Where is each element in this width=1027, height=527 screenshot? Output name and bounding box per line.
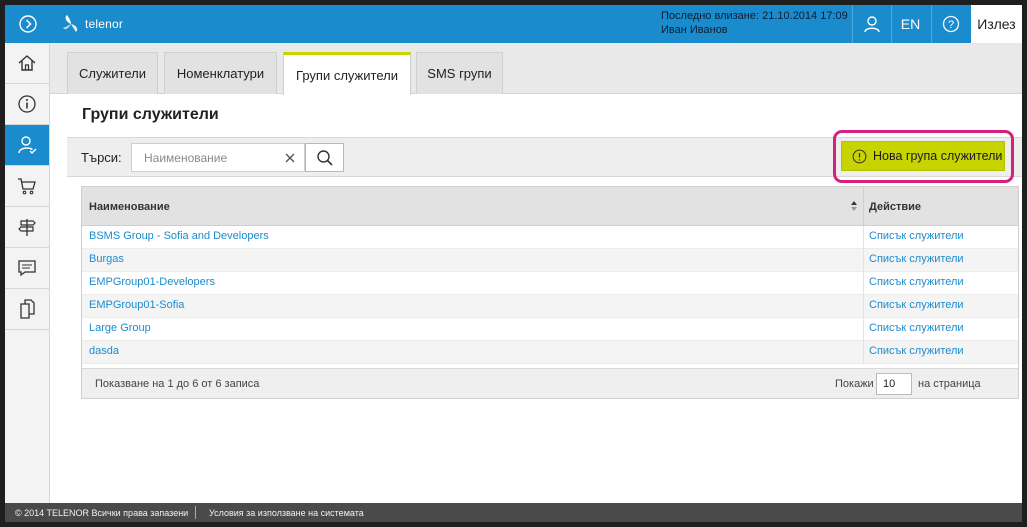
employee-list-link[interactable]: Списък служители — [869, 230, 964, 242]
tab-employees[interactable]: Служители — [67, 52, 158, 94]
terms-link[interactable]: Условия за използване на системата — [209, 508, 364, 518]
group-name-link[interactable]: Large Group — [89, 322, 151, 334]
language-button[interactable]: EN — [891, 5, 929, 43]
tab-nomenclatures[interactable]: Номенклатури — [164, 52, 277, 94]
app-window: telenor Последно влизане: 21.10.2014 17:… — [5, 5, 1022, 522]
search-button[interactable] — [305, 143, 344, 172]
employee-list-link[interactable]: Списък служители — [869, 299, 964, 311]
column-header-name[interactable]: Наименование — [89, 187, 859, 226]
main-content: Служители Номенклатури Групи служители S… — [50, 43, 1022, 503]
telenor-propeller-icon — [63, 15, 78, 32]
menu-toggle-button[interactable] — [5, 5, 50, 43]
employee-list-link[interactable]: Списък служители — [869, 345, 964, 357]
sidebar-item-documents[interactable] — [5, 289, 49, 330]
cart-icon — [18, 178, 36, 195]
search-input[interactable] — [132, 144, 280, 171]
user-name: Иван Иванов — [661, 24, 728, 36]
help-button[interactable]: ? — [931, 5, 969, 43]
column-header-action: Действие — [863, 187, 1018, 226]
page-footer: © 2014 TELENOR Всички права запазени Усл… — [5, 503, 1022, 522]
group-name-link[interactable]: EMPGroup01-Sofia — [89, 299, 184, 311]
table-row: Large Group Списък служители — [82, 318, 1018, 341]
paging-info: Показване на 1 до 6 от 6 записа — [95, 378, 260, 390]
group-name-link[interactable]: BSMS Group - Sofia and Developers — [89, 230, 269, 242]
table-row: Burgas Списък служители — [82, 249, 1018, 272]
svg-text:?: ? — [947, 19, 953, 31]
sidebar-item-employees[interactable] — [5, 125, 49, 166]
groups-table: Наименование Действие BSMS Group - Sofia… — [81, 186, 1019, 399]
tab-employee-groups[interactable]: Групи служители — [283, 52, 411, 95]
show-label: Покажи — [835, 378, 874, 390]
new-group-label: Нова група служители — [873, 149, 1003, 163]
table-row: EMPGroup01-Sofia Списък служители — [82, 295, 1018, 318]
footer-divider — [195, 506, 196, 519]
search-icon — [316, 149, 333, 166]
info-icon — [18, 95, 36, 113]
search-label: Търси: — [81, 150, 122, 165]
documents-icon — [20, 299, 35, 319]
chat-icon — [18, 260, 36, 277]
sidebar-item-messages[interactable] — [5, 248, 49, 289]
home-icon — [18, 55, 36, 71]
table-footer: Показване на 1 до 6 от 6 записа Покажи н… — [82, 368, 1018, 398]
group-name-link[interactable]: EMPGroup01-Developers — [89, 276, 215, 288]
brand-name: telenor — [85, 17, 124, 31]
help-icon: ? — [942, 15, 959, 33]
sidebar-item-routes[interactable] — [5, 207, 49, 248]
chevron-right-circle-icon — [18, 15, 37, 33]
copyright-text: © 2014 TELENOR Всички права запазени — [15, 508, 189, 518]
search-box — [131, 143, 305, 172]
employee-list-link[interactable]: Списък служители — [869, 322, 964, 334]
tab-bar: Служители Номенклатури Групи служители S… — [50, 43, 1022, 95]
user-icon — [863, 16, 880, 33]
logout-button[interactable]: Излез — [971, 5, 1022, 43]
info-circle-icon — [852, 149, 867, 163]
signpost-icon — [18, 219, 36, 236]
sidebar-item-shop[interactable] — [5, 166, 49, 207]
group-name-link[interactable]: Burgas — [89, 253, 124, 265]
telenor-logo: telenor — [60, 13, 123, 35]
clear-icon[interactable] — [282, 150, 298, 166]
last-login-text: Последно влизане: 21.10.2014 17:09 — [661, 10, 848, 22]
sidebar-item-home[interactable] — [5, 43, 49, 84]
table-row: dasda Списък служители — [82, 341, 1018, 364]
page-title: Групи служители — [82, 106, 219, 123]
tab-sms-groups[interactable]: SMS групи — [416, 52, 503, 94]
page-size-input[interactable] — [876, 373, 912, 395]
employee-list-link[interactable]: Списък служители — [869, 253, 964, 265]
profile-button[interactable] — [852, 5, 890, 43]
sidebar — [5, 43, 50, 503]
table-row: EMPGroup01-Developers Списък служители — [82, 272, 1018, 295]
employee-icon — [18, 136, 37, 154]
per-page-label: на страница — [918, 378, 981, 390]
group-name-link[interactable]: dasda — [89, 345, 119, 357]
employee-list-link[interactable]: Списък служители — [869, 276, 964, 288]
sort-icon[interactable] — [850, 200, 858, 212]
top-header: telenor Последно влизане: 21.10.2014 17:… — [5, 5, 1022, 43]
table-header: Наименование Действие — [82, 187, 1018, 226]
new-group-button[interactable]: Нова група служители — [841, 141, 1005, 171]
sidebar-item-info[interactable] — [5, 84, 49, 125]
last-login-info: Последно влизане: 21.10.2014 17:09 Иван … — [661, 9, 848, 37]
table-row: BSMS Group - Sofia and Developers Списък… — [82, 226, 1018, 249]
